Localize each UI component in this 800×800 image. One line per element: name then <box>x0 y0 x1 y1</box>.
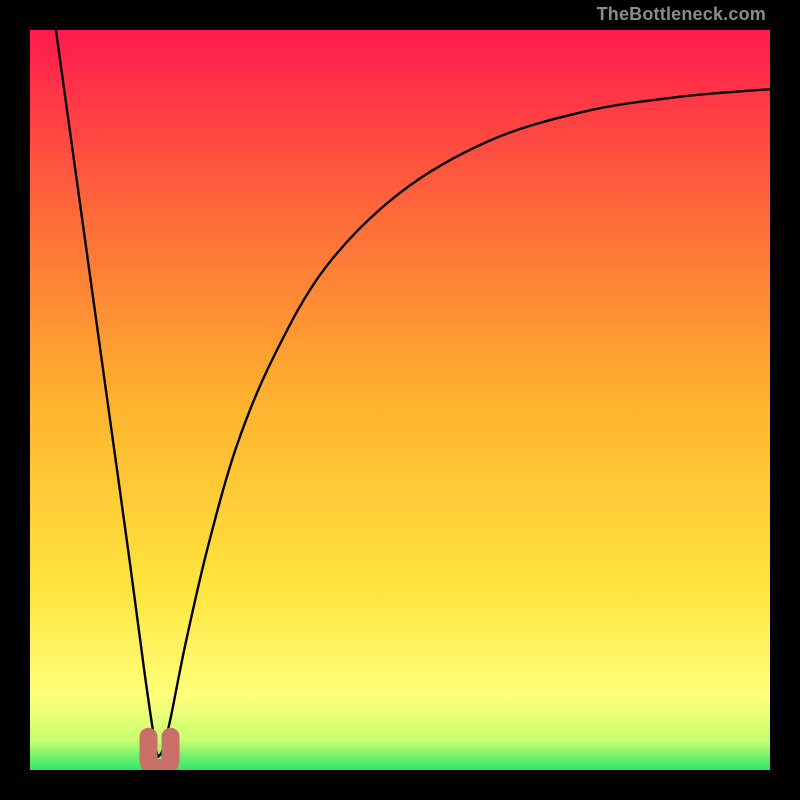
watermark-text: TheBottleneck.com <box>597 4 766 25</box>
plot-area <box>30 30 770 770</box>
heat-gradient-background <box>30 30 770 770</box>
outer-frame: TheBottleneck.com <box>0 0 800 800</box>
